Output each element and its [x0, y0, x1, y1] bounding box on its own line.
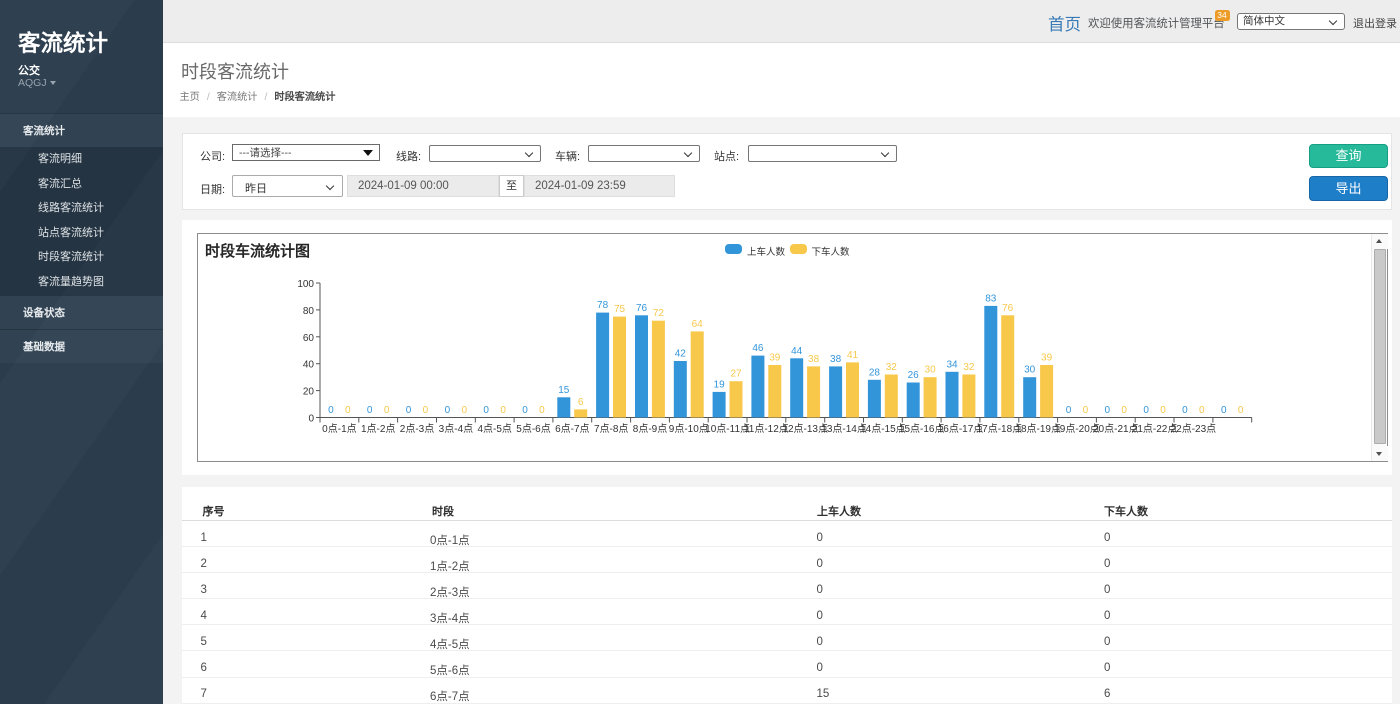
- svg-text:4点-5点: 4点-5点: [477, 423, 511, 435]
- svg-text:20: 20: [303, 387, 315, 398]
- svg-text:76: 76: [1002, 303, 1014, 314]
- svg-text:32: 32: [963, 362, 975, 373]
- svg-text:27: 27: [730, 369, 742, 380]
- svg-text:0: 0: [423, 405, 429, 416]
- svg-text:38: 38: [830, 354, 842, 365]
- svg-text:0: 0: [1143, 405, 1149, 416]
- svg-text:30: 30: [1024, 365, 1036, 376]
- svg-text:0: 0: [445, 405, 451, 416]
- svg-text:0: 0: [1221, 405, 1227, 416]
- svg-text:44: 44: [791, 346, 803, 357]
- svg-text:30: 30: [925, 365, 937, 376]
- svg-text:0: 0: [462, 405, 468, 416]
- svg-text:26: 26: [908, 370, 920, 381]
- svg-text:80: 80: [303, 306, 315, 317]
- svg-text:39: 39: [769, 353, 781, 364]
- svg-text:6: 6: [578, 397, 584, 408]
- svg-text:0: 0: [483, 405, 489, 416]
- svg-text:0点-1点: 0点-1点: [322, 423, 356, 435]
- svg-text:0: 0: [367, 405, 373, 416]
- svg-text:100: 100: [297, 279, 314, 290]
- svg-text:0: 0: [1182, 405, 1188, 416]
- svg-text:0: 0: [500, 405, 506, 416]
- svg-text:0: 0: [406, 405, 412, 416]
- svg-text:15: 15: [558, 385, 570, 396]
- svg-text:1点-2点: 1点-2点: [361, 423, 395, 435]
- svg-text:0: 0: [539, 405, 545, 416]
- svg-text:8点-9点: 8点-9点: [633, 423, 667, 435]
- svg-text:9点-10点: 9点-10点: [669, 423, 709, 435]
- svg-text:7点-8点: 7点-8点: [594, 423, 628, 435]
- svg-text:42: 42: [675, 349, 687, 360]
- svg-text:0: 0: [308, 414, 314, 425]
- svg-text:40: 40: [303, 360, 315, 371]
- svg-text:6点-7点: 6点-7点: [555, 423, 589, 435]
- svg-text:0: 0: [384, 405, 390, 416]
- svg-text:76: 76: [636, 303, 648, 314]
- svg-text:5点-6点: 5点-6点: [516, 423, 550, 435]
- svg-text:46: 46: [752, 343, 764, 354]
- svg-text:78: 78: [597, 300, 609, 311]
- svg-text:83: 83: [985, 293, 997, 304]
- svg-text:0: 0: [1160, 405, 1166, 416]
- svg-text:39: 39: [1041, 353, 1053, 364]
- svg-text:32: 32: [886, 362, 898, 373]
- svg-text:72: 72: [653, 308, 665, 319]
- svg-text:28: 28: [869, 367, 881, 378]
- svg-text:0: 0: [522, 405, 528, 416]
- svg-text:64: 64: [692, 319, 704, 330]
- svg-text:0: 0: [328, 405, 334, 416]
- svg-text:0: 0: [1121, 405, 1127, 416]
- svg-text:2点-3点: 2点-3点: [400, 423, 434, 435]
- svg-text:0: 0: [1238, 405, 1244, 416]
- svg-text:38: 38: [808, 354, 820, 365]
- svg-text:0: 0: [1199, 405, 1205, 416]
- svg-text:22点-23点: 22点-23点: [1171, 423, 1217, 435]
- svg-text:3点-4点: 3点-4点: [439, 423, 473, 435]
- svg-text:0: 0: [1066, 405, 1072, 416]
- svg-text:19: 19: [714, 379, 726, 390]
- svg-text:75: 75: [614, 304, 626, 315]
- svg-text:0: 0: [345, 405, 351, 416]
- svg-text:34: 34: [946, 359, 958, 370]
- svg-text:0: 0: [1105, 405, 1111, 416]
- svg-text:0: 0: [1083, 405, 1089, 416]
- svg-text:60: 60: [303, 333, 315, 344]
- svg-text:41: 41: [847, 350, 859, 361]
